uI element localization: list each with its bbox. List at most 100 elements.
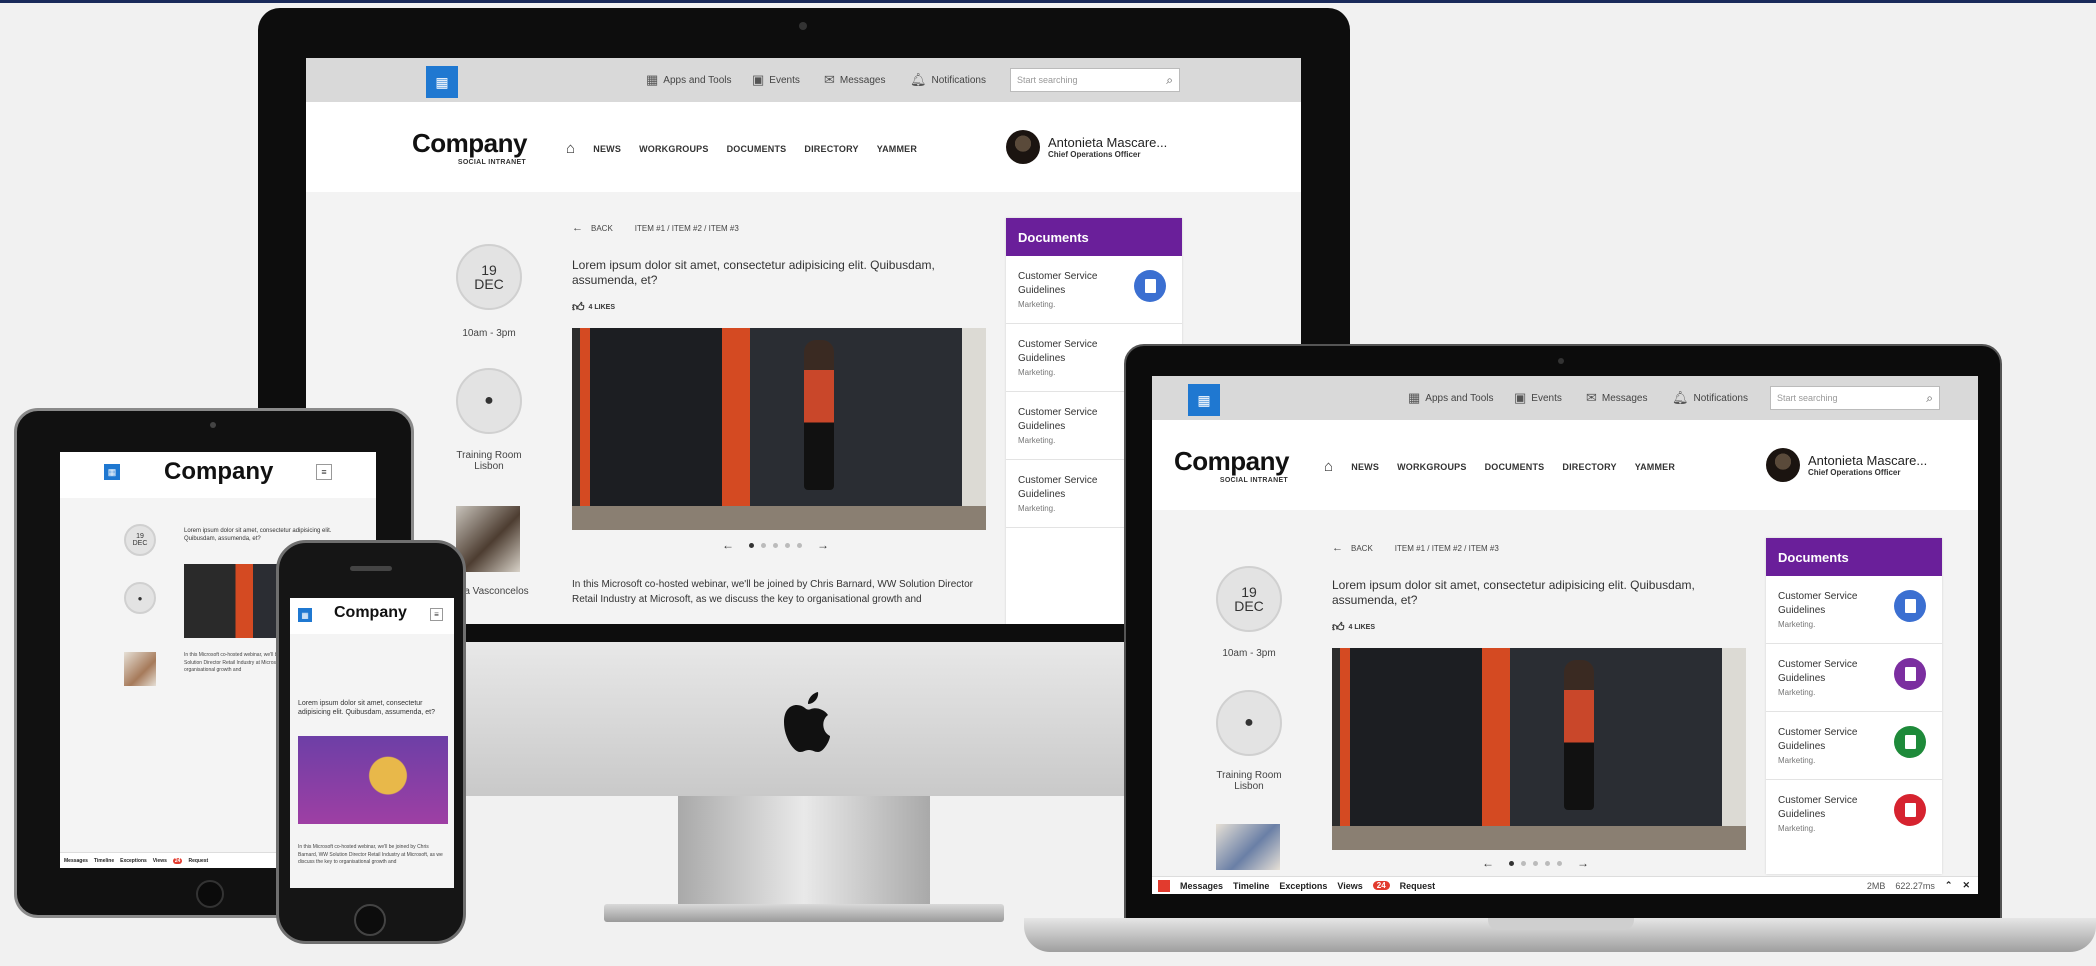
nav-news[interactable]: NEWS	[593, 144, 621, 154]
search-input[interactable]: Start searching ⌕	[1010, 68, 1180, 92]
carousel-dot[interactable]	[1545, 860, 1550, 866]
home-icon[interactable]: ⌂	[566, 140, 575, 157]
event-date-badge: 19 DEC	[456, 244, 522, 310]
likes[interactable]: 👍︎ 4 LIKES	[1332, 620, 1375, 635]
menu-icon[interactable]: ≡	[430, 608, 443, 621]
imac-foot	[604, 904, 1004, 922]
document-item[interactable]: Customer Service Guidelines Marketing.	[1006, 256, 1182, 324]
apps-and-tools-link[interactable]: ▦ Apps and Tools	[1408, 390, 1494, 406]
debug-messages[interactable]: Messages	[64, 858, 88, 864]
debug-exceptions[interactable]: Exceptions	[1279, 881, 1327, 891]
apple-logo-icon	[778, 690, 832, 756]
carousel-dot[interactable]	[1509, 860, 1514, 866]
debug-logo-icon	[1158, 879, 1170, 892]
carousel-dot[interactable]	[1521, 860, 1526, 866]
nav-documents[interactable]: DOCUMENTS	[1485, 462, 1545, 472]
debug-views[interactable]: Views	[153, 858, 167, 864]
user-profile[interactable]: Antonieta Mascare... Chief Operations Of…	[1766, 448, 1927, 482]
carousel-dot[interactable]	[761, 542, 766, 548]
notifications-link[interactable]: 🔔︎ Notifications	[910, 72, 986, 88]
nav-workgroups[interactable]: WORKGROUPS	[639, 144, 709, 154]
close-icon[interactable]: ✕	[1962, 880, 1970, 891]
nav-news[interactable]: NEWS	[1351, 462, 1379, 472]
photo-person	[804, 340, 834, 490]
document-title: Customer Service Guidelines	[1778, 795, 1858, 820]
user-profile[interactable]: Antonieta Mascare... Chief Operations Of…	[1006, 130, 1167, 164]
event-date-badge: 19 DEC	[124, 524, 156, 556]
debug-timeline[interactable]: Timeline	[94, 858, 114, 864]
carousel-next-icon[interactable]: →	[1577, 856, 1589, 870]
back-link[interactable]: BACK	[1351, 544, 1373, 553]
article-photo	[572, 328, 986, 530]
person-photo	[1216, 824, 1280, 870]
apps-grid-button[interactable]: ▦	[426, 66, 458, 98]
grid-icon: ▦	[1197, 391, 1211, 408]
nav-directory[interactable]: DIRECTORY	[1562, 462, 1616, 472]
debug-exceptions[interactable]: Exceptions	[120, 858, 147, 864]
brand-title[interactable]: Company	[334, 604, 407, 622]
document-item[interactable]: Customer Service Guidelines Marketing.	[1766, 576, 1942, 644]
carousel-dot[interactable]	[785, 542, 790, 548]
notifications-link[interactable]: 🔔︎ Notifications	[1672, 390, 1748, 406]
brand-logo[interactable]: Company SOCIAL INTRANET	[1174, 446, 1289, 484]
apps-label: Apps and Tools	[663, 74, 732, 86]
debug-request[interactable]: Request	[1400, 881, 1436, 891]
nav-yammer[interactable]: YAMMER	[1635, 462, 1675, 472]
article-headline: Lorem ipsum dolor sit amet, consectetur …	[1332, 578, 1695, 607]
events-label: Events	[769, 74, 800, 86]
carousel-prev-icon[interactable]: ←	[722, 538, 734, 552]
back-link[interactable]: BACK	[591, 224, 613, 233]
breadcrumb: ← BACK ITEM #1 / ITEM #2 / ITEM #3	[1332, 542, 1499, 554]
nav-directory[interactable]: DIRECTORY	[804, 144, 858, 154]
likes[interactable]: 👍︎ 4 LIKES	[572, 300, 615, 315]
menu-icon[interactable]: ≡	[316, 464, 332, 480]
apps-and-tools-link[interactable]: ▦ Apps and Tools	[646, 72, 732, 88]
apps-grid-button[interactable]: ▦	[298, 608, 312, 622]
document-item[interactable]: Customer Service Guidelines Marketing.	[1766, 780, 1942, 848]
nav-documents[interactable]: DOCUMENTS	[727, 144, 787, 154]
breadcrumb-path[interactable]: ITEM #1 / ITEM #2 / ITEM #3	[1395, 544, 1499, 553]
nav-yammer[interactable]: YAMMER	[877, 144, 917, 154]
debug-request[interactable]: Request	[188, 858, 208, 864]
debug-timeline[interactable]: Timeline	[1233, 881, 1269, 891]
back-arrow-icon[interactable]: ←	[572, 222, 583, 234]
document-icon	[1894, 794, 1926, 826]
iphone-home-button	[354, 904, 386, 936]
breadcrumb-path[interactable]: ITEM #1 / ITEM #2 / ITEM #3	[635, 224, 739, 233]
debug-messages[interactable]: Messages	[1180, 881, 1223, 891]
calendar-icon: ▣	[752, 72, 765, 87]
back-arrow-icon[interactable]: ←	[1332, 542, 1343, 554]
document-item[interactable]: Customer Service Guidelines Marketing.	[1766, 712, 1942, 780]
events-link[interactable]: ▣ Events	[752, 72, 800, 88]
location-badge: ●	[456, 368, 522, 434]
carousel-next-icon[interactable]: →	[817, 538, 829, 552]
carousel-dot[interactable]	[749, 542, 754, 548]
notifications-label: Notifications	[931, 74, 986, 86]
article-body: In this Microsoft co-hosted webinar, we'…	[298, 844, 443, 865]
apps-grid-button[interactable]: ▦	[104, 464, 120, 480]
events-link[interactable]: ▣ Events	[1514, 390, 1562, 406]
debug-views[interactable]: Views	[1337, 881, 1362, 891]
debug-bar: Messages Timeline Exceptions Views 24 Re…	[1152, 876, 1978, 894]
brand-logo[interactable]: Company SOCIAL INTRANET	[412, 128, 527, 166]
collapse-icon[interactable]: ⌃	[1945, 880, 1953, 891]
nav-workgroups[interactable]: WORKGROUPS	[1397, 462, 1467, 472]
brand-title[interactable]: Company	[164, 458, 273, 486]
carousel-dots: ← →	[1482, 856, 1589, 870]
carousel-prev-icon[interactable]: ←	[1482, 856, 1494, 870]
search-input[interactable]: Start searching ⌕	[1770, 386, 1940, 410]
top-border	[0, 0, 2096, 3]
apps-grid-button[interactable]: ▦	[1188, 384, 1220, 416]
carousel-dot[interactable]	[1533, 860, 1538, 866]
event-location: Training Room Lisbon	[1216, 770, 1282, 792]
carousel-dot[interactable]	[1557, 860, 1562, 866]
messages-link[interactable]: ✉ Messages	[824, 72, 885, 88]
document-item[interactable]: Customer Service Guidelines Marketing.	[1766, 644, 1942, 712]
home-icon[interactable]: ⌂	[1324, 458, 1333, 475]
grid-icon: ▦	[301, 610, 309, 620]
envelope-icon: ✉	[1586, 390, 1597, 405]
document-icon	[1894, 726, 1926, 758]
carousel-dot[interactable]	[773, 542, 778, 548]
carousel-dot[interactable]	[797, 542, 802, 548]
messages-link[interactable]: ✉ Messages	[1586, 390, 1647, 406]
